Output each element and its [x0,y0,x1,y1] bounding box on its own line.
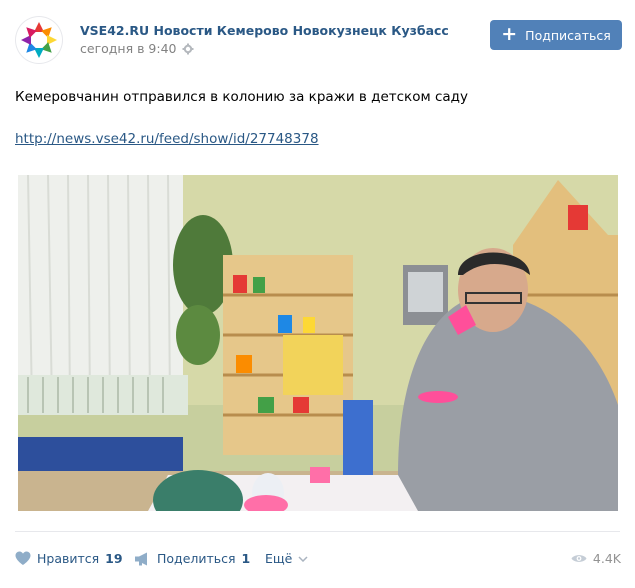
heart-icon [15,551,31,565]
gear-icon [182,43,193,54]
share-button[interactable]: Поделиться 1 [134,551,250,566]
subscribe-button[interactable]: + Подписаться [490,20,622,50]
subscribe-label: Подписаться [525,27,611,43]
eye-icon [571,555,587,562]
post-time[interactable]: сегодня в 9:40 [80,41,194,56]
publisher-name[interactable]: VSE42.RU Новости Кемерово Новокузнецк Ку… [80,23,449,38]
post-time-text: сегодня в 9:40 [80,41,177,56]
megaphone-icon [135,552,147,565]
post-link[interactable]: http://news.vse42.ru/feed/show/id/277483… [15,131,319,147]
like-label: Нравится [37,551,100,566]
post-text: Кемеровчанин отправился в колонию за кра… [15,89,468,105]
kindergarten-photo [18,175,618,511]
post-footer: Нравится 19 Поделиться 1 Ещё 4.4K [0,540,635,580]
plus-icon: + [501,22,518,45]
footer-divider [15,531,620,532]
share-count: 1 [241,551,251,566]
more-label: Ещё [265,551,293,566]
publisher-avatar[interactable] [15,16,63,64]
vse42-logo-icon [21,22,57,58]
like-count: 19 [105,551,123,566]
views-counter: 4.4K [571,551,621,566]
share-label: Поделиться [157,551,236,566]
like-button[interactable]: Нравится 19 [15,551,123,566]
post-photo[interactable] [18,175,618,511]
more-button[interactable]: Ещё [265,551,308,566]
chevron-down-icon [298,555,308,562]
views-count: 4.4K [592,551,621,566]
